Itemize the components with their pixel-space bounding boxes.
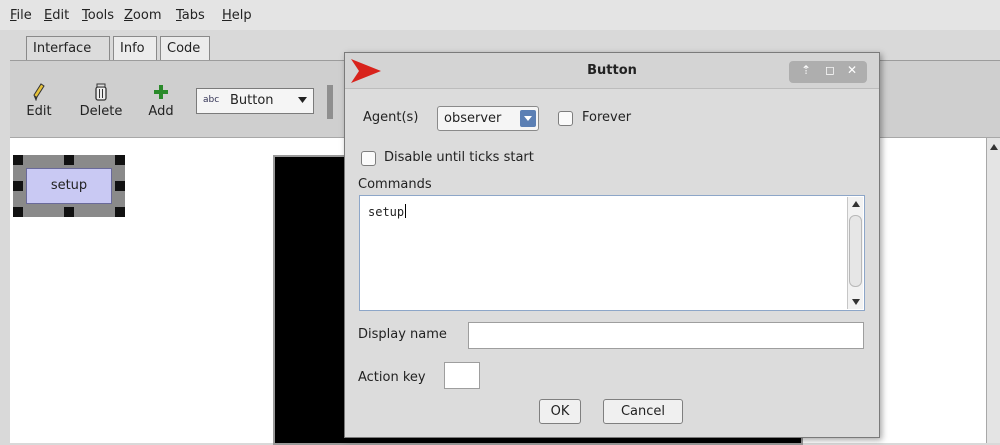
resize-handle-se[interactable] [115, 207, 125, 217]
setup-button[interactable]: setup [26, 168, 112, 204]
menu-file[interactable]: File [10, 8, 32, 23]
scrollbar-thumb[interactable] [849, 215, 862, 287]
ok-button[interactable]: OK [539, 399, 581, 424]
text-caret [405, 204, 407, 218]
cancel-button[interactable]: Cancel [603, 399, 683, 424]
chevron-down-icon [298, 97, 307, 103]
resize-handle-sw[interactable] [13, 207, 23, 217]
resize-handle-nw[interactable] [13, 155, 23, 165]
agents-dropdown-button[interactable] [520, 110, 536, 127]
edit-tool-button[interactable]: Edit [22, 82, 56, 119]
resize-handle-s[interactable] [64, 207, 74, 217]
menu-help[interactable]: Help [222, 8, 252, 23]
delete-tool-button[interactable]: Delete [74, 82, 128, 119]
agents-label: Agent(s) [363, 110, 419, 125]
pencil-icon [33, 83, 45, 101]
resize-handle-w[interactable] [13, 181, 23, 191]
delete-tool-label: Delete [79, 104, 123, 119]
tab-interface[interactable]: Interface [26, 36, 110, 61]
scroll-down-icon[interactable] [852, 299, 860, 305]
commands-scrollbar[interactable] [847, 197, 863, 309]
add-tool-label: Add [148, 104, 174, 119]
plus-icon [154, 85, 168, 99]
display-name-label: Display name [358, 327, 447, 342]
action-key-field[interactable] [444, 362, 480, 389]
agents-select-value: observer [444, 111, 502, 126]
trash-icon [95, 83, 107, 101]
menu-tabs[interactable]: Tabs [176, 8, 205, 23]
resize-handle-e[interactable] [115, 181, 125, 191]
resize-handle-n[interactable] [64, 155, 74, 165]
disable-until-ticks-label: Disable until ticks start [384, 150, 534, 165]
toolbar-separator [327, 85, 333, 119]
add-tool-button[interactable]: Add [144, 82, 178, 119]
disable-until-ticks-checkbox[interactable] [361, 151, 376, 166]
display-name-field[interactable] [468, 322, 864, 349]
dialog-titlebar[interactable]: Button ⇡ ◻ ✕ [345, 53, 879, 89]
chevron-down-icon [524, 116, 532, 121]
interface-scrollbar[interactable] [986, 138, 1000, 443]
forever-label: Forever [582, 110, 632, 125]
agents-select[interactable]: observer [437, 106, 539, 131]
edit-tool-label: Edit [26, 104, 52, 119]
window-maximize-icon[interactable]: ⇡ [801, 63, 811, 77]
scroll-up-icon[interactable] [852, 201, 860, 207]
window-restore-icon[interactable]: ◻ [825, 63, 835, 77]
widget-type-icon: abc [203, 95, 220, 105]
button-dialog: Button ⇡ ◻ ✕ Agent(s) observer Forever D… [344, 52, 880, 438]
tab-info[interactable]: Info [113, 36, 157, 61]
menu-edit[interactable]: Edit [44, 8, 69, 23]
window-controls: ⇡ ◻ ✕ [789, 61, 867, 83]
menu-tools[interactable]: Tools [82, 8, 114, 23]
widget-type-select[interactable]: abc Button [196, 88, 314, 114]
forever-checkbox[interactable] [558, 111, 573, 126]
menu-bar: File Edit Tools Zoom Tabs Help [0, 0, 1000, 30]
action-key-label: Action key [358, 370, 426, 385]
scroll-up-icon[interactable] [990, 144, 998, 150]
widget-type-value: Button [230, 93, 274, 108]
menu-zoom[interactable]: Zoom [124, 8, 161, 23]
resize-handle-ne[interactable] [115, 155, 125, 165]
commands-editor[interactable]: setup [359, 195, 865, 311]
commands-text: setup [368, 205, 405, 219]
window-close-icon[interactable]: ✕ [847, 63, 857, 77]
commands-label: Commands [358, 177, 432, 192]
tab-code[interactable]: Code [160, 36, 210, 61]
